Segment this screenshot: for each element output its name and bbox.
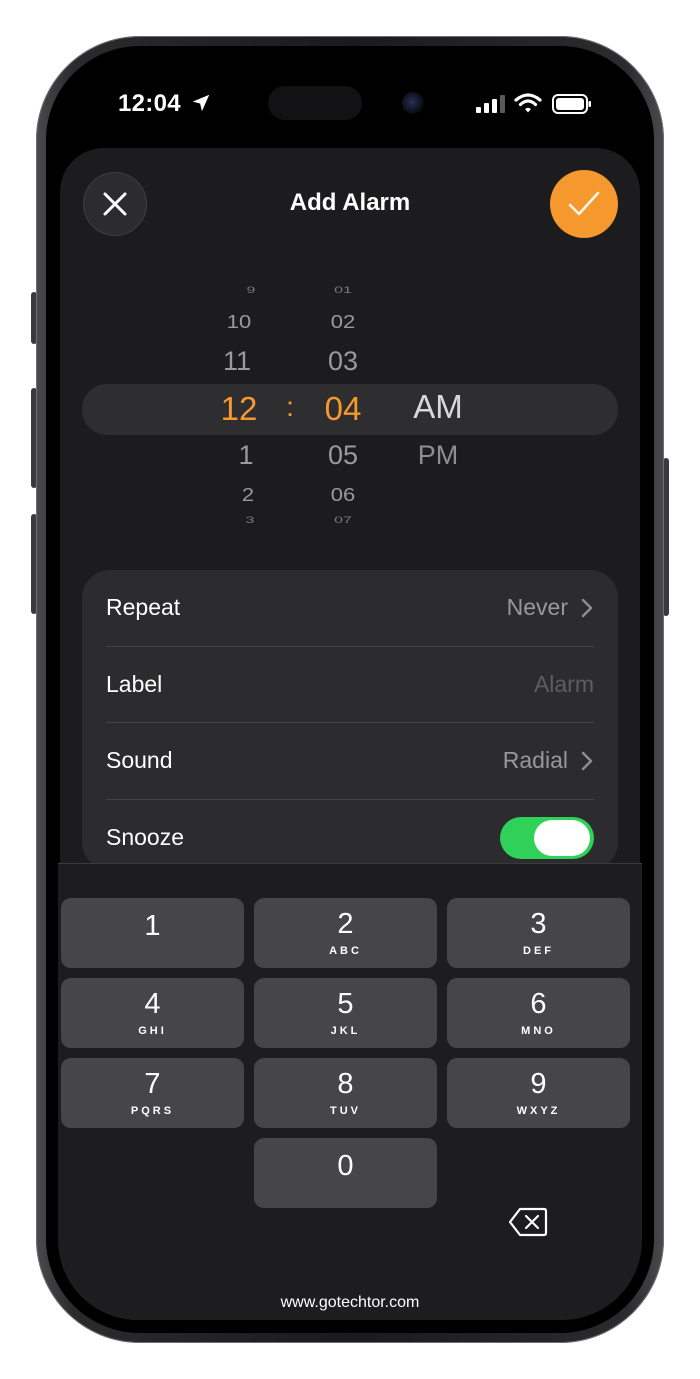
key-3[interactable]: 3 DEF: [447, 898, 630, 968]
key-letters: JKL: [330, 1025, 361, 1037]
key-letters: ABC: [329, 945, 362, 957]
dynamic-island: [268, 86, 362, 120]
checkmark-icon: [568, 191, 600, 216]
key-letters: DEF: [523, 945, 554, 957]
alarm-settings-list: Repeat Never Label Alarm Sound Radial Sn…: [82, 570, 618, 870]
picker-minute: 03: [327, 346, 359, 376]
repeat-label: Repeat: [106, 594, 181, 620]
key-7[interactable]: 7 PQRS: [61, 1058, 244, 1128]
key-letters: TUV: [330, 1105, 361, 1117]
key-digit: 3: [530, 908, 547, 940]
picker-hour: 1: [238, 440, 254, 470]
key-digit: 0: [337, 1150, 354, 1182]
picker-hour: 9: [246, 286, 256, 296]
key-1[interactable]: 1: [61, 898, 244, 968]
time-separator: :: [286, 391, 294, 422]
key-digit: 8: [337, 1068, 354, 1100]
picker-hour-selected: 12: [220, 390, 258, 427]
delete-button[interactable]: [502, 1202, 554, 1242]
picker-hour: 3: [245, 516, 255, 526]
sound-label: Sound: [106, 747, 173, 773]
repeat-value: Never: [506, 594, 568, 620]
picker-minute: 06: [330, 483, 356, 506]
repeat-row[interactable]: Repeat Never: [106, 570, 594, 646]
key-digit: 7: [144, 1068, 161, 1100]
camera-lens: [402, 92, 424, 114]
location-arrow-icon: [192, 94, 210, 112]
phone-screen: 12:04 Add Alarm 9 10 11 12 1 2 3: 01 02…: [58, 58, 642, 1320]
picker-minute-selected: 04: [324, 390, 362, 427]
key-9[interactable]: 9 WXYZ: [447, 1058, 630, 1128]
chevron-right-icon: [581, 598, 593, 618]
key-digit: 4: [144, 988, 161, 1020]
label-label: Label: [106, 671, 163, 697]
picker-period-selected: AM: [413, 388, 463, 425]
key-digit: 5: [337, 988, 354, 1020]
status-time: 12:04: [118, 90, 181, 117]
snooze-toggle[interactable]: [500, 817, 594, 859]
key-digit: 6: [530, 988, 547, 1020]
picker-hour: 2: [241, 483, 255, 506]
snooze-label: Snooze: [106, 824, 185, 850]
key-6[interactable]: 6 MNO: [447, 978, 630, 1048]
watermark-text: www.gotechtor.com: [280, 1294, 420, 1311]
label-row[interactable]: Label Alarm: [106, 647, 594, 723]
picker-minute: 02: [330, 310, 356, 333]
sound-row[interactable]: Sound Radial: [106, 723, 594, 799]
label-input[interactable]: Alarm: [534, 671, 594, 698]
key-2[interactable]: 2 ABC: [254, 898, 437, 968]
snooze-row: Snooze: [106, 800, 594, 870]
numeric-keypad: 1 2 ABC 3 DEF 4 GHI 5 JKL 6 MNO 7 PQRS 8…: [58, 863, 642, 1320]
sound-value: Radial: [502, 747, 568, 773]
battery-icon: [552, 94, 591, 114]
key-digit: 1: [144, 910, 161, 942]
key-0[interactable]: 0: [254, 1138, 437, 1208]
save-button[interactable]: [550, 170, 618, 238]
wifi-icon: [514, 93, 542, 113]
key-letters: MNO: [521, 1025, 556, 1037]
picker-hour: 10: [226, 310, 252, 333]
chevron-right-icon: [581, 751, 593, 771]
picker-minute: 07: [334, 516, 352, 526]
key-5[interactable]: 5 JKL: [254, 978, 437, 1048]
key-letters: GHI: [138, 1025, 167, 1037]
toggle-knob: [534, 820, 590, 856]
key-8[interactable]: 8 TUV: [254, 1058, 437, 1128]
key-letters: PQRS: [130, 1105, 175, 1117]
cellular-signal-icon: [476, 95, 505, 113]
key-digit: 2: [337, 908, 354, 940]
picker-minute: 01: [334, 286, 352, 296]
key-letters: WXYZ: [516, 1105, 561, 1117]
backspace-icon: [508, 1207, 548, 1237]
key-digit: 9: [530, 1068, 547, 1100]
picker-period: PM: [417, 440, 459, 470]
picker-minute: 05: [327, 440, 359, 470]
picker-hour: 11: [222, 346, 252, 376]
key-4[interactable]: 4 GHI: [61, 978, 244, 1048]
